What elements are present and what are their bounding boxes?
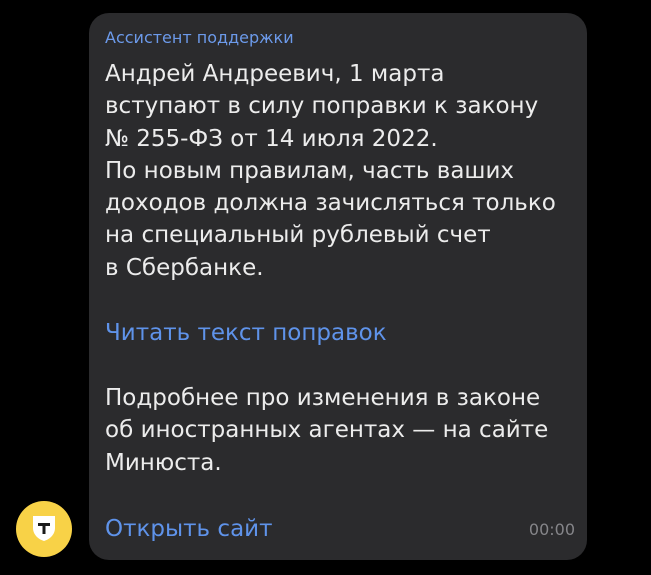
message-line: об иностранных агентах — на сайте — [105, 417, 549, 444]
message-line: № 255-ФЗ от 14 июля 2022. — [105, 125, 438, 152]
message-line: Подробнее про изменения в законе — [105, 385, 541, 411]
message-line: По новым правилам, часть ваших — [105, 157, 515, 184]
message-bubble: Ассистент поддержки Андрей Андреевич, 1 … — [89, 13, 587, 560]
message-line: вступают в силу поправки к закону — [105, 93, 539, 120]
message-sender: Ассистент поддержки — [105, 28, 294, 47]
message-paragraph-law-change: Андрей Андреевич, 1 марта вступают в сил… — [105, 58, 575, 284]
bank-shield-icon — [33, 516, 55, 541]
chat-screen: Ассистент поддержки Андрей Андреевич, 1 … — [0, 0, 651, 575]
message-line: на специальный рублевый счет — [105, 222, 491, 249]
open-site-link[interactable]: Открыть сайт — [105, 514, 273, 544]
message-paragraph-more-info: Подробнее про изменения в законе об инос… — [105, 382, 575, 479]
message-line: Андрей Андреевич, 1 марта — [105, 61, 445, 87]
message-line: в Сбербанке. — [105, 254, 264, 281]
message-line: Минюста. — [105, 449, 222, 476]
message-line: доходов должна зачисляться только — [105, 190, 556, 217]
message-timestamp: 00:00 — [528, 520, 575, 539]
read-amendments-link[interactable]: Читать текст поправок — [105, 318, 387, 348]
sender-avatar[interactable] — [16, 501, 72, 557]
